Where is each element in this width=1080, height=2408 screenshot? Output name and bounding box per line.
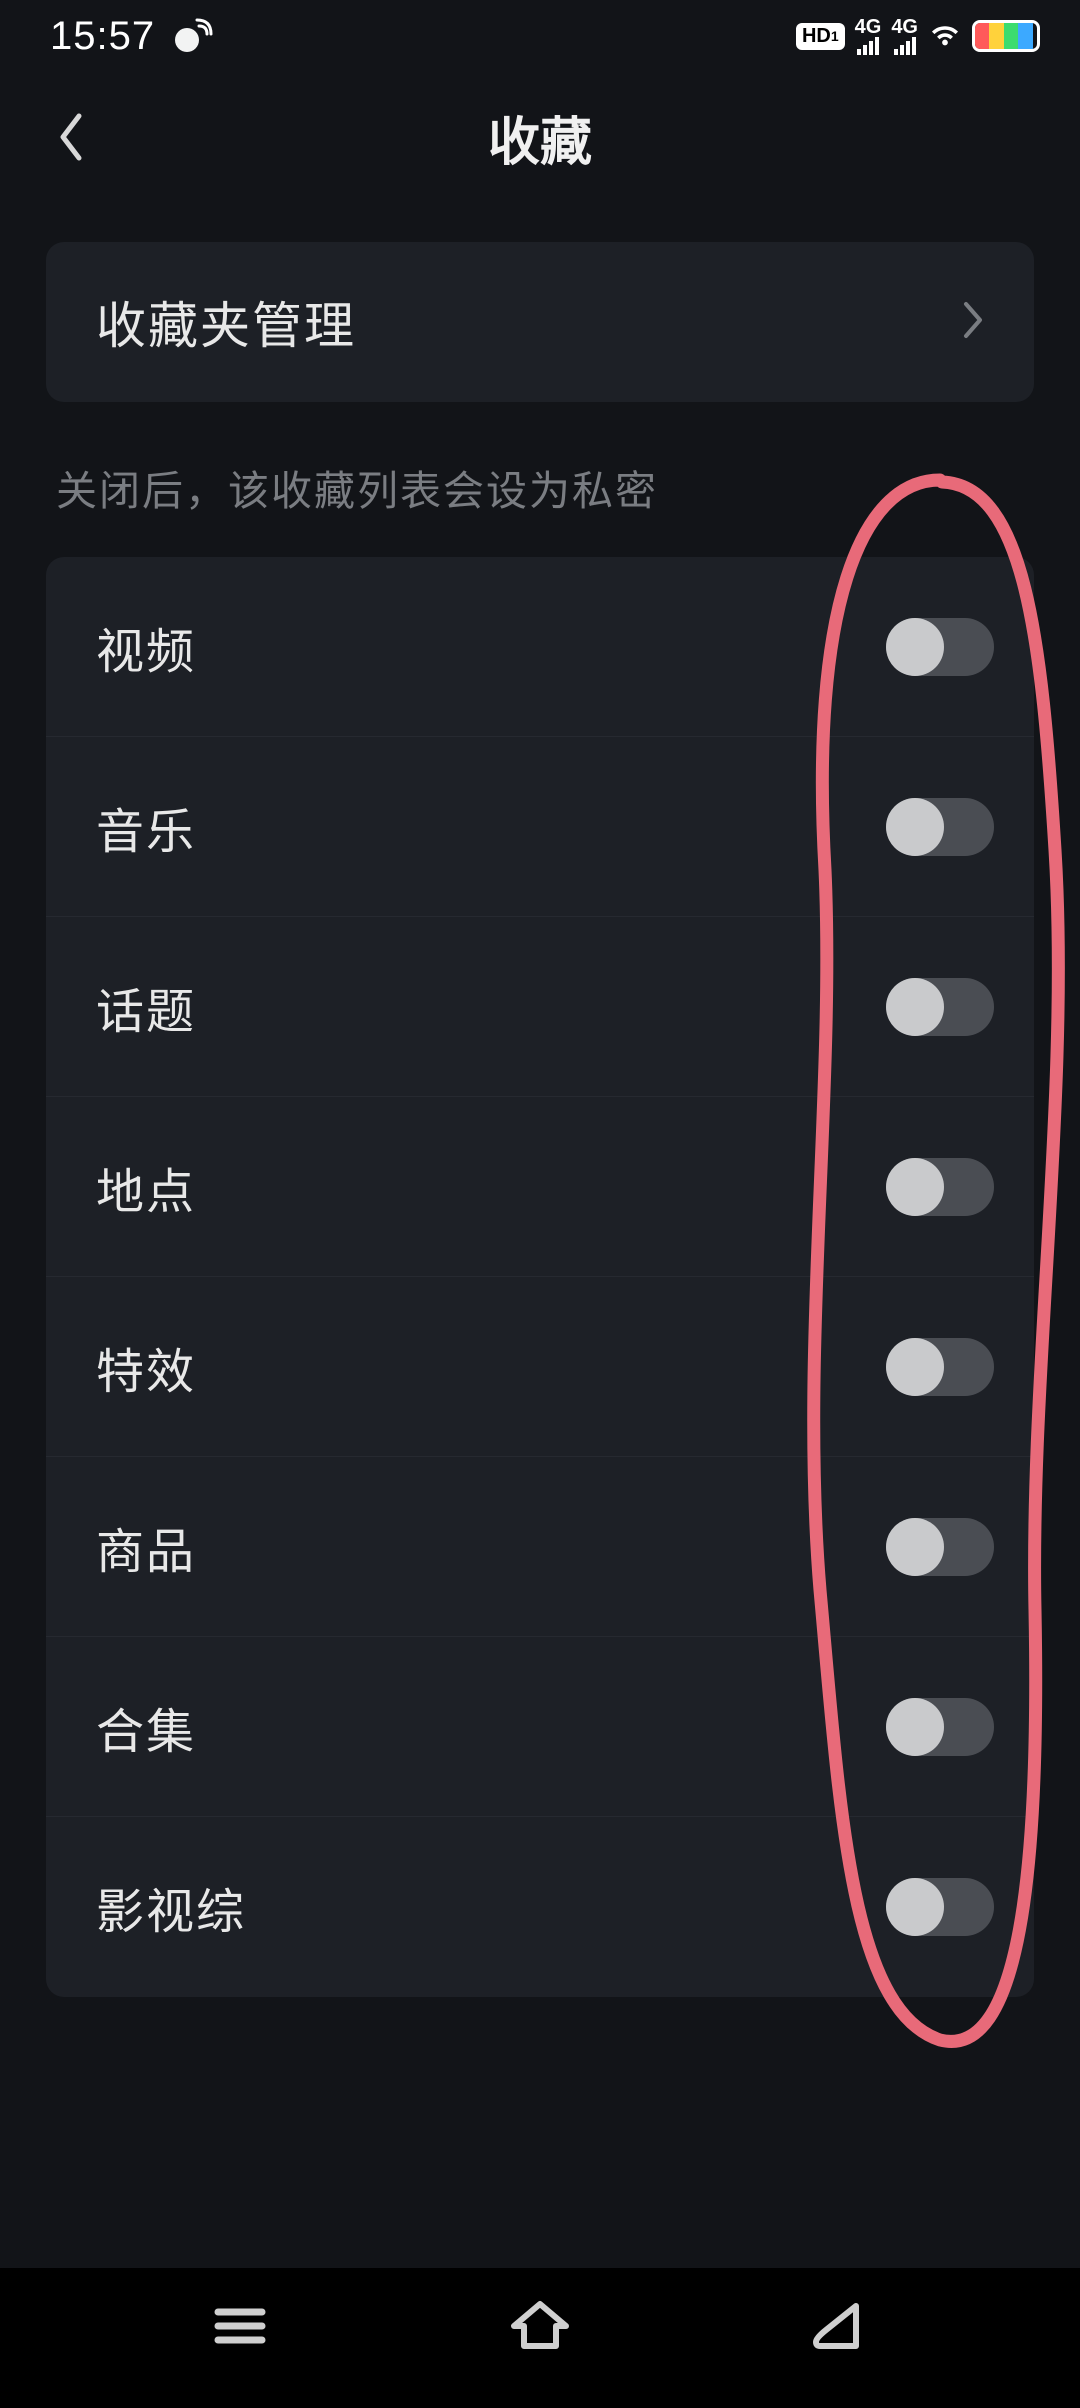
signal-1-icon: 4G [855,17,882,55]
toggle-collection[interactable] [886,1698,994,1756]
hamburger-icon [204,2290,276,2362]
favorites-management-label: 收藏夹管理 [96,286,356,358]
android-nav-bar [0,2268,1080,2408]
toggle-list: 视频 音乐 话题 地点 特效 商品 合集 影视综 [46,557,1034,1997]
network-label-2: 4G [891,17,918,37]
hd-badge-icon: HD1 [796,23,845,50]
toggle-media[interactable] [886,1878,994,1936]
battery-icon [972,20,1040,52]
home-icon [504,2290,576,2362]
content: 收藏夹管理 关闭后，该收藏列表会设为私密 视频 音乐 话题 地点 特效 商品 [0,202,1080,1997]
toggle-knob-icon [886,978,944,1036]
toggle-topic[interactable] [886,978,994,1036]
toggle-label: 地点 [96,1152,196,1222]
status-bar: 15:57 HD1 4G 4G [0,0,1080,72]
toggle-row-place: 地点 [46,1097,1034,1277]
hd-label: HD [802,25,831,48]
toggle-knob-icon [886,618,944,676]
toggle-label: 影视综 [96,1872,246,1942]
toggle-row-collection: 合集 [46,1637,1034,1817]
toggle-music[interactable] [886,798,994,856]
toggle-row-media: 影视综 [46,1817,1034,1997]
back-nav-icon [804,2290,876,2362]
toggle-knob-icon [886,1518,944,1576]
page-header: 收藏 [0,72,1080,202]
nav-home-button[interactable] [504,2290,576,2367]
toggle-row-video: 视频 [46,557,1034,737]
network-label: 4G [855,17,882,37]
signal-2-icon: 4G [891,17,918,55]
toggle-label: 合集 [96,1692,196,1762]
toggle-product[interactable] [886,1518,994,1576]
favorites-management-row[interactable]: 收藏夹管理 [46,242,1034,402]
toggle-knob-icon [886,798,944,856]
status-time: 15:57 [50,14,155,59]
privacy-hint: 关闭后，该收藏列表会设为私密 [46,402,1034,557]
page-title: 收藏 [488,100,592,175]
toggle-label: 音乐 [96,792,196,862]
toggle-label: 商品 [96,1512,196,1582]
back-chevron-icon [55,112,85,162]
toggle-row-effect: 特效 [46,1277,1034,1457]
nav-back-button[interactable] [804,2290,876,2367]
toggle-video[interactable] [886,618,994,676]
nav-recent-button[interactable] [204,2290,276,2367]
chevron-right-icon [962,300,984,345]
toggle-row-music: 音乐 [46,737,1034,917]
toggle-label: 话题 [96,972,196,1042]
toggle-knob-icon [886,1878,944,1936]
hd-sub: 1 [831,28,839,44]
toggle-knob-icon [886,1338,944,1396]
signal-bars-2-icon [894,37,916,55]
toggle-knob-icon [886,1158,944,1216]
toggle-row-topic: 话题 [46,917,1034,1097]
weibo-icon [173,16,213,56]
signal-bars-icon [857,37,879,55]
toggle-effect[interactable] [886,1338,994,1396]
toggle-knob-icon [886,1698,944,1756]
toggle-row-product: 商品 [46,1457,1034,1637]
status-left: 15:57 [50,14,213,59]
toggle-label: 特效 [96,1332,196,1402]
toggle-place[interactable] [886,1158,994,1216]
back-button[interactable] [40,107,100,167]
status-right: HD1 4G 4G [796,17,1040,56]
toggle-label: 视频 [96,612,196,682]
wifi-icon [928,17,962,56]
